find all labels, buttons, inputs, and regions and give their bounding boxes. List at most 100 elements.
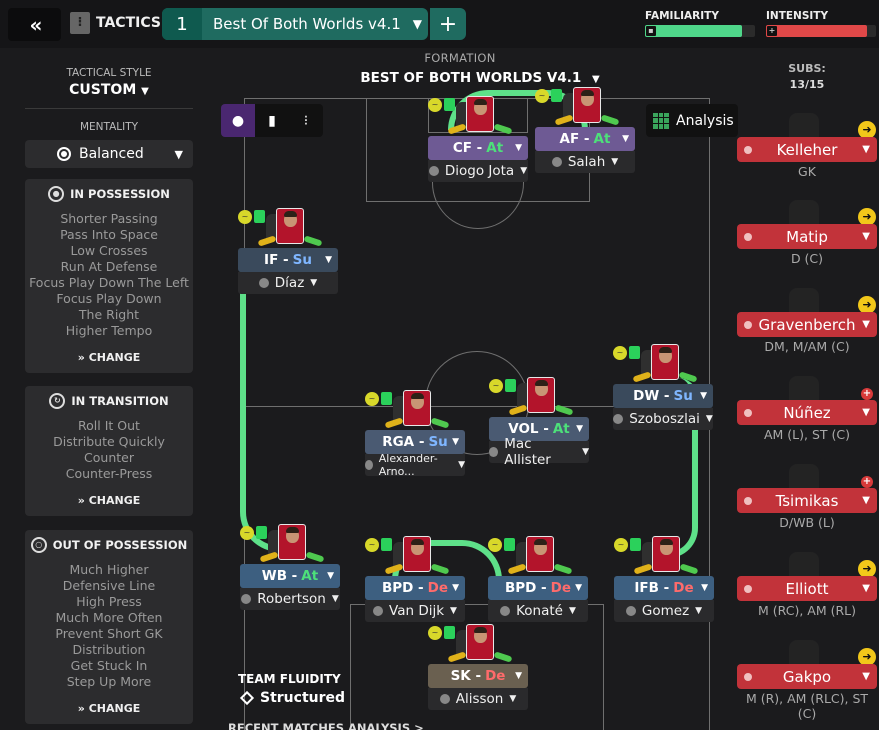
player-photo: [651, 344, 679, 380]
player-name-selector[interactable]: Salah ▼: [535, 151, 635, 173]
sub-name-selector[interactable]: Elliott ▼: [737, 576, 877, 601]
player-kit: [632, 344, 698, 383]
instruction-item: Distribute Quickly: [53, 434, 165, 449]
familiarity-meter[interactable]: FAMILIARITY ▪: [645, 10, 755, 37]
duty-code: De: [427, 580, 449, 596]
stats-view-button[interactable]: ▮: [255, 104, 289, 137]
sub-name-selector[interactable]: Tsimikas ▼: [737, 488, 877, 513]
instruction-item: Counter: [84, 450, 134, 465]
role-selector[interactable]: WB - At ▼: [240, 564, 340, 588]
in-transition-change-button[interactable]: » CHANGE: [25, 494, 193, 507]
in-possession-title: IN POSSESSION: [70, 187, 170, 201]
player-name-selector[interactable]: Gomez ▼: [614, 600, 714, 622]
add-tactic-button[interactable]: +: [428, 8, 466, 40]
double-chevron-right-icon: »: [77, 351, 85, 364]
tactic-selector[interactable]: 1 Best Of Both Worlds v4.1 ▼: [162, 8, 428, 40]
player-name-selector[interactable]: Díaz ▼: [238, 272, 338, 294]
analysis-button[interactable]: Analysis: [646, 104, 738, 137]
fitness-icon: [630, 538, 641, 551]
sub-name-selector[interactable]: Gakpo ▼: [737, 664, 877, 689]
player-name: Alisson: [455, 691, 504, 707]
role-selector[interactable]: BPD - De ▼: [365, 576, 465, 600]
instruction-item: Prevent Short GK Distribution: [55, 626, 163, 657]
instruction-item: Shorter Passing: [60, 211, 158, 226]
tactical-style-selector[interactable]: CUSTOM ▼: [25, 82, 193, 98]
instruction-item: Low Crosses: [70, 243, 148, 258]
person-icon: [551, 157, 562, 167]
role-selector[interactable]: IF - Su ▼: [238, 248, 338, 272]
person-icon: [613, 414, 624, 424]
player-kit: [508, 377, 574, 416]
familiarity-icons: ~: [535, 89, 562, 103]
fitness-icon: [381, 392, 392, 405]
instruction-item: Run At Defense: [60, 259, 158, 274]
player-name-selector[interactable]: Van Dijk ▼: [365, 600, 465, 622]
instruction-item: Higher Tempo: [65, 323, 153, 338]
fitness-icon: [256, 526, 267, 539]
player-view-button[interactable]: ●: [221, 104, 255, 137]
chevron-down-icon: ▼: [174, 147, 183, 161]
chevron-down-icon: ▼: [327, 571, 334, 581]
sub-name-selector[interactable]: Kelleher ▼: [737, 137, 877, 162]
formation-selector[interactable]: BEST OF BOTH WORLDS V4.1 ▼: [330, 70, 630, 86]
out-of-possession-change-button[interactable]: » CHANGE: [25, 702, 193, 715]
instructions-view-button[interactable]: ⁝: [289, 104, 323, 137]
player-name: Gomez: [641, 603, 690, 619]
add-to-squad-icon[interactable]: +: [861, 388, 873, 400]
recent-matches-link[interactable]: RECENT MATCHES ANALYSIS >: [228, 721, 424, 730]
in-transition-card: ↻ IN TRANSITION Roll It Out Distribute Q…: [25, 386, 193, 516]
fitness-icon: [444, 98, 455, 111]
player-photo: [466, 96, 494, 132]
intensity-meter[interactable]: INTENSITY +: [766, 10, 876, 37]
instruction-item: Focus Play Down The Left: [29, 275, 189, 290]
sub-name-selector[interactable]: Núñez ▼: [737, 400, 877, 425]
player-name-selector[interactable]: Diogo Jota ▼: [428, 160, 528, 182]
role-selector[interactable]: DW - Su ▼: [613, 384, 713, 408]
familiarity-icon: ~: [489, 379, 503, 393]
bar-chart-icon: ▮: [268, 112, 276, 129]
player-kit: [447, 96, 513, 135]
familiarity-icon: ~: [365, 392, 379, 406]
role-selector[interactable]: IFB - De ▼: [614, 576, 714, 600]
sub-name-selector[interactable]: Matip ▼: [737, 224, 877, 249]
role-selector[interactable]: AF - At ▼: [535, 127, 635, 151]
player-name-selector[interactable]: Alisson ▼: [428, 688, 528, 710]
view-toggle-group: ● ▮ ⁝: [221, 104, 323, 137]
instruction-item: Counter-Press: [65, 466, 153, 481]
person-icon: [744, 320, 752, 329]
familiarity-icons: ~: [238, 210, 265, 224]
top-bar: « ⁝ TACTICS 1 Best Of Both Worlds v4.1 ▼…: [0, 0, 879, 48]
role-selector[interactable]: SK - De ▼: [428, 664, 528, 688]
player-name-selector[interactable]: Alexander-Arno... ▼: [365, 452, 465, 478]
team-fluidity-label: TEAM FLUIDITY: [238, 672, 341, 686]
instruction-item: Much Higher Defensive Line: [62, 562, 156, 593]
sub-name: Matip: [786, 227, 828, 246]
player-name: Szoboszlai: [629, 411, 700, 427]
chevron-down-icon: ▼: [862, 671, 870, 682]
sub-position: GK: [798, 164, 816, 179]
team-fluidity-value[interactable]: Structured: [239, 690, 345, 706]
player-name-selector[interactable]: Robertson ▼: [240, 588, 340, 610]
partnership-link: [240, 256, 280, 552]
plus-icon: +: [438, 11, 458, 37]
tactics-label: TACTICS: [96, 15, 161, 31]
in-possession-change-button[interactable]: » CHANGE: [25, 351, 193, 364]
player-name-selector[interactable]: Mac Allister ▼: [489, 436, 589, 468]
role-selector[interactable]: BPD - De ▼: [488, 576, 588, 600]
chevron-down-icon: ▼: [582, 447, 589, 457]
familiarity-bar: ▪: [645, 25, 755, 37]
sub-name-selector[interactable]: Gravenberch ▼: [737, 312, 877, 337]
role-selector[interactable]: RGA - Su ▼: [365, 430, 465, 454]
back-button[interactable]: «: [8, 8, 61, 41]
mentality-dropdown[interactable]: Balanced ▼: [25, 140, 193, 168]
player-name-selector[interactable]: Szoboszlai ▼: [613, 408, 713, 430]
in-possession-list: Shorter Passing Pass Into Space Low Cros…: [25, 211, 193, 339]
role-code: SK: [450, 668, 471, 684]
person-icon: [241, 594, 252, 604]
diamond-icon: [239, 690, 255, 706]
player-name-selector[interactable]: Konaté ▼: [488, 600, 588, 622]
familiarity-icons: ~: [428, 626, 455, 640]
role-selector[interactable]: CF - At ▼: [428, 136, 528, 160]
familiarity-icon: ~: [238, 210, 252, 224]
add-to-squad-icon[interactable]: +: [861, 476, 873, 488]
